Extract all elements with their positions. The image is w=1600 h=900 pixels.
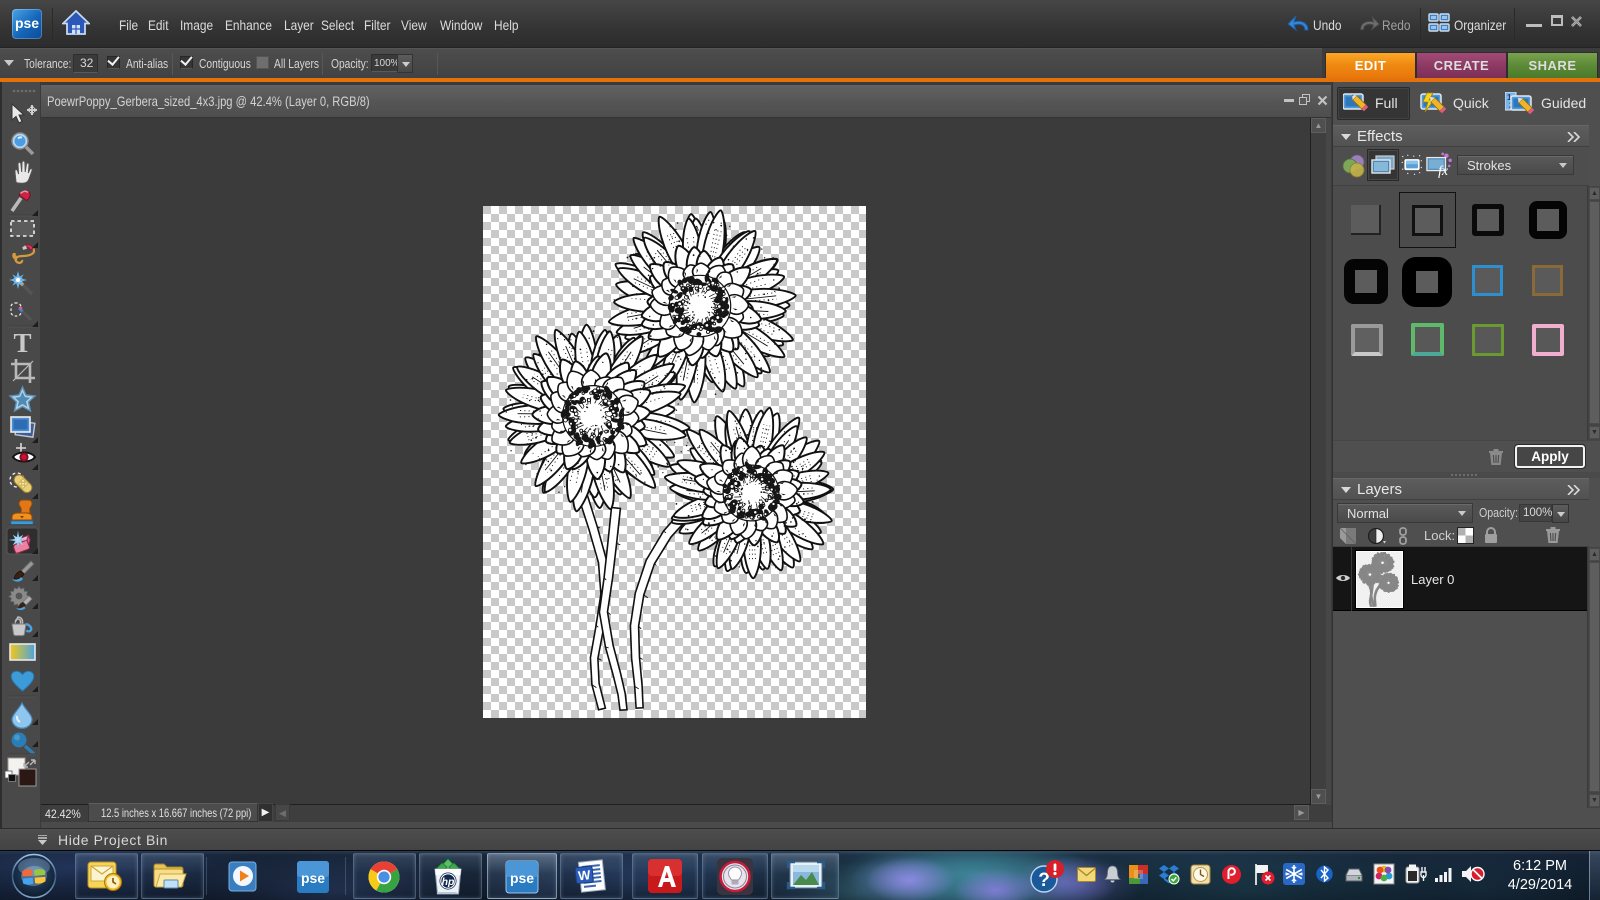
svg-text:hp: hp (442, 876, 455, 888)
svg-text:fx: fx (1438, 164, 1449, 178)
svg-text:pse: pse (301, 870, 325, 886)
svg-text:T: T (13, 328, 31, 358)
svg-text:W: W (577, 867, 591, 883)
svg-text:pse: pse (510, 870, 534, 886)
